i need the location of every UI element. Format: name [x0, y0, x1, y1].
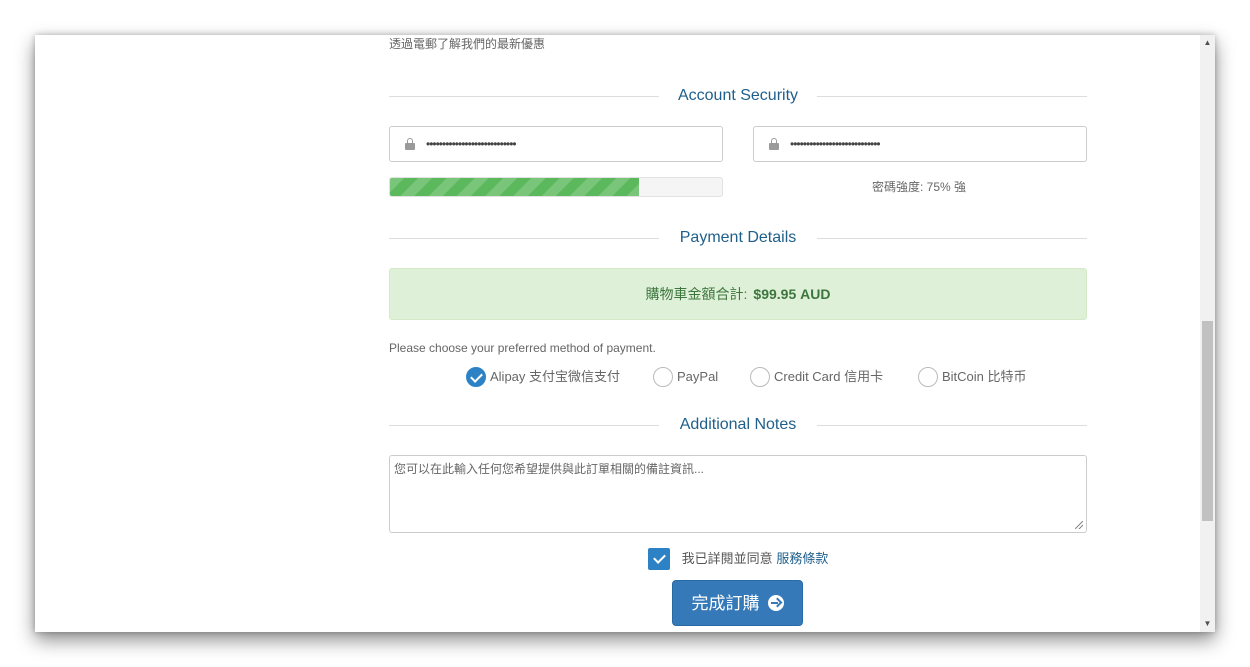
- terms-text: 我已詳閱並同意: [681, 551, 773, 566]
- confirm-password-value: ••••••••••••••••••••••••••••: [790, 137, 881, 151]
- terms-checkbox[interactable]: [647, 547, 670, 570]
- payment-option-label: Alipay 支付宝微信支付: [490, 369, 621, 384]
- promo-email-text: 透過電郵了解我們的最新優惠: [389, 37, 546, 51]
- radio-button[interactable]: [750, 366, 770, 387]
- scroll-up-icon[interactable]: ▲: [1200, 35, 1215, 51]
- browser-window: 透過電郵了解我們的最新優惠 Account Security •••••••••…: [35, 35, 1215, 632]
- payment-option-credit-card[interactable]: Credit Card 信用卡: [750, 366, 883, 390]
- section-account-security: Account Security: [389, 84, 1087, 108]
- complete-order-button[interactable]: 完成訂購: [672, 580, 803, 626]
- lock-icon: [769, 138, 779, 150]
- password-strength-fill: [390, 178, 639, 196]
- cart-total-box: 購物車金額合計: $99.95 AUD: [389, 268, 1087, 320]
- payment-methods: Alipay 支付宝微信支付 PayPal Credit Card 信用卡 Bi…: [389, 366, 1087, 390]
- section-payment-details: Payment Details: [389, 226, 1087, 250]
- radio-button[interactable]: [466, 366, 486, 387]
- section-additional-notes: Additional Notes: [389, 413, 1087, 437]
- radio-button[interactable]: [653, 366, 673, 387]
- cart-total-amount: $99.95 AUD: [753, 286, 831, 302]
- payment-prompt: Please choose your preferred method of p…: [389, 341, 656, 355]
- terms-of-service-link[interactable]: 服務條款: [776, 551, 828, 566]
- notes-placeholder: 您可以在此輸入任何您希望提供與此訂單相關的備註資訊...: [394, 462, 705, 476]
- payment-option-alipay[interactable]: Alipay 支付宝微信支付: [466, 366, 620, 390]
- scroll-down-icon[interactable]: ▼: [1200, 616, 1215, 632]
- payment-option-bitcoin[interactable]: BitCoin 比特币: [918, 366, 1027, 390]
- lock-icon: [405, 138, 415, 150]
- complete-order-label: 完成訂購: [691, 594, 760, 613]
- checkout-form: 透過電郵了解我們的最新優惠 Account Security •••••••••…: [389, 35, 1087, 632]
- password-strength-label: 密碼強度: 75% 強: [871, 180, 967, 194]
- section-title: Payment Details: [679, 229, 797, 246]
- arrow-circle-right-icon: [767, 594, 784, 611]
- password-value: ••••••••••••••••••••••••••••: [426, 137, 517, 151]
- payment-option-paypal[interactable]: PayPal: [653, 366, 718, 390]
- password-field[interactable]: ••••••••••••••••••••••••••••: [389, 126, 723, 162]
- scrollbar-thumb[interactable]: [1202, 321, 1213, 521]
- payment-option-label: BitCoin 比特币: [942, 369, 1027, 384]
- payment-option-label: Credit Card 信用卡: [774, 369, 884, 384]
- terms-agreement: 我已詳閱並同意 服務條款: [389, 547, 1087, 571]
- vertical-scrollbar[interactable]: ▲ ▼: [1200, 35, 1215, 632]
- confirm-password-field[interactable]: ••••••••••••••••••••••••••••: [753, 126, 1087, 162]
- password-strength-bar: [389, 177, 723, 197]
- section-title: Account Security: [677, 87, 799, 104]
- radio-button[interactable]: [918, 366, 938, 387]
- notes-textarea[interactable]: 您可以在此輸入任何您希望提供與此訂單相關的備註資訊...: [389, 455, 1087, 533]
- cart-total-label: 購物車金額合計:: [645, 286, 748, 302]
- resize-handle-icon[interactable]: [1075, 521, 1083, 529]
- payment-option-label: PayPal: [677, 369, 719, 384]
- section-title: Additional Notes: [679, 416, 797, 433]
